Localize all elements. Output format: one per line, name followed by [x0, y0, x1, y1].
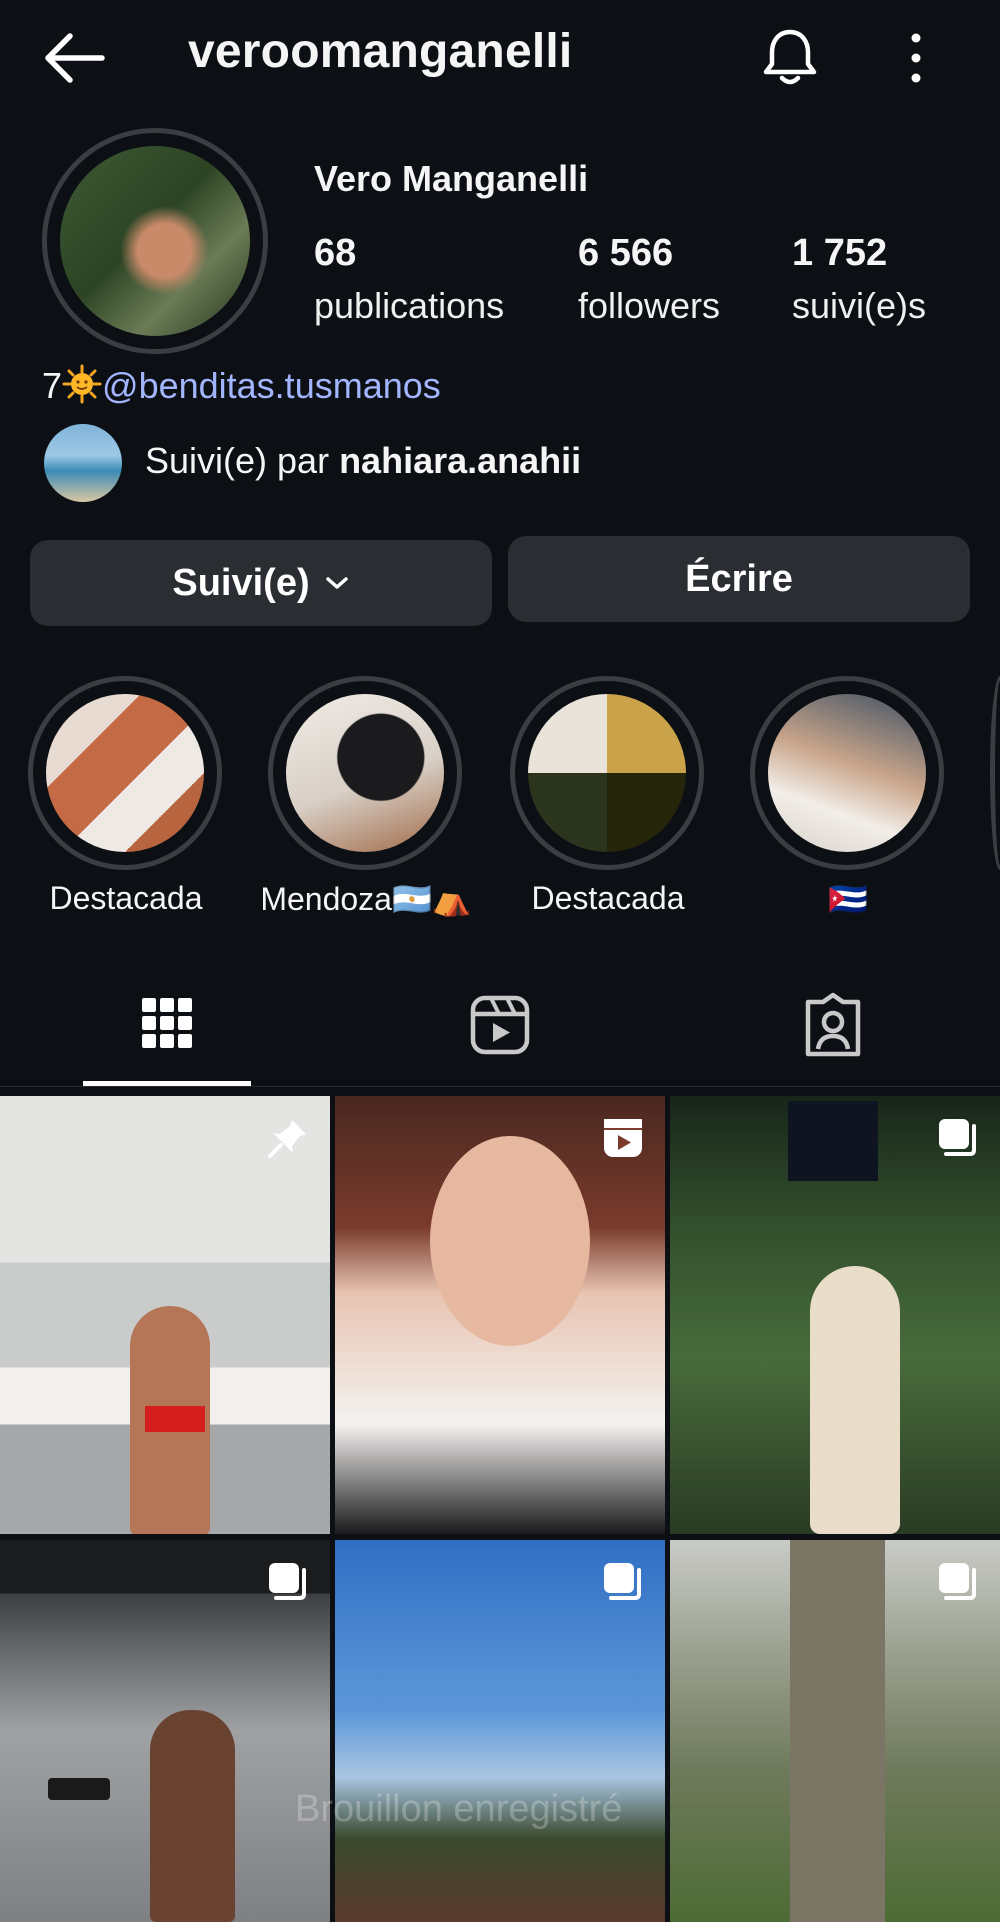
followed-by-prefix: Suivi(e) par — [145, 440, 340, 481]
top-bar: veroomanganelli — [0, 0, 1000, 115]
avatar[interactable] — [60, 146, 250, 336]
reel-icon — [604, 1119, 642, 1157]
stat-following[interactable]: 1 752 suivi(e)s — [792, 232, 926, 327]
sun-emoji-icon — [62, 364, 102, 404]
stat-followers-label: followers — [578, 285, 721, 326]
bio: 7 @benditas.tusmanos — [42, 364, 441, 407]
tagged-user-icon[interactable] — [798, 992, 868, 1062]
stat-followers[interactable]: 6 566 followers — [578, 232, 720, 327]
more-vertical-icon[interactable] — [890, 30, 942, 86]
carousel-icon — [604, 1563, 641, 1600]
followed-by[interactable]: Suivi(e) par nahiara.anahii — [145, 440, 581, 482]
profile-username: veroomanganelli — [188, 25, 573, 78]
carousel-icon — [939, 1563, 976, 1600]
followed-by-user: nahiara.anahii — [339, 440, 582, 481]
stat-followers-value: 6 566 — [578, 232, 674, 274]
highlight-label-3: Destacada — [531, 880, 685, 916]
bio-prefix: 7 — [42, 365, 63, 406]
post-3[interactable] — [670, 1096, 1000, 1534]
full-name: Vero Manganelli — [314, 158, 589, 199]
post-1[interactable] — [0, 1096, 330, 1534]
arrow-left-icon[interactable] — [40, 30, 106, 86]
carousel-icon — [269, 1563, 306, 1600]
following-button[interactable]: Suivi(e) — [30, 540, 492, 626]
highlight-cover-4[interactable] — [768, 694, 926, 852]
highlight-label-4: 🇨🇺 — [828, 881, 868, 917]
post-1-accent — [145, 1406, 205, 1432]
post-2[interactable] — [335, 1096, 665, 1534]
stat-following-label: suivi(e)s — [792, 285, 927, 326]
post-4-figure — [150, 1710, 235, 1922]
highlight-ring-partial[interactable] — [990, 676, 1000, 870]
message-button[interactable]: Écrire — [508, 536, 970, 622]
pin-icon — [268, 1120, 306, 1158]
post-4[interactable] — [0, 1540, 330, 1922]
grid-icon[interactable] — [132, 992, 202, 1062]
post-6[interactable] — [670, 1540, 1000, 1922]
highlight-cover-2[interactable] — [286, 694, 444, 852]
reels-icon[interactable] — [465, 992, 535, 1062]
stat-posts-label: publications — [314, 285, 505, 326]
highlight-cover-1[interactable] — [46, 694, 204, 852]
post-6-trunk — [790, 1540, 885, 1922]
post-3-sky — [788, 1101, 878, 1181]
post-3-figure — [810, 1266, 900, 1534]
draft-saved-watermark: Brouillon enregistré — [295, 1788, 623, 1830]
post-4-lamp — [48, 1778, 110, 1800]
highlight-cover-3[interactable] — [528, 694, 686, 852]
highlight-label-2: Mendoza🇦🇷⛺ — [260, 881, 472, 917]
carousel-icon — [939, 1119, 976, 1156]
following-button-label: Suivi(e) — [172, 561, 310, 604]
follower-avatar[interactable] — [44, 424, 122, 502]
post-2-face — [430, 1136, 590, 1346]
post-5[interactable] — [335, 1540, 665, 1922]
tabs-divider — [0, 1086, 1000, 1087]
bio-mention-link[interactable]: @benditas.tusmanos — [102, 365, 441, 406]
chevron-down-icon — [325, 577, 348, 589]
message-button-label: Écrire — [685, 557, 793, 600]
highlight-label-1: Destacada — [49, 880, 203, 916]
stat-posts[interactable]: 68 publications — [314, 232, 504, 327]
stat-posts-value: 68 — [314, 232, 357, 274]
bell-icon[interactable] — [760, 26, 820, 88]
stat-following-value: 1 752 — [792, 232, 888, 274]
